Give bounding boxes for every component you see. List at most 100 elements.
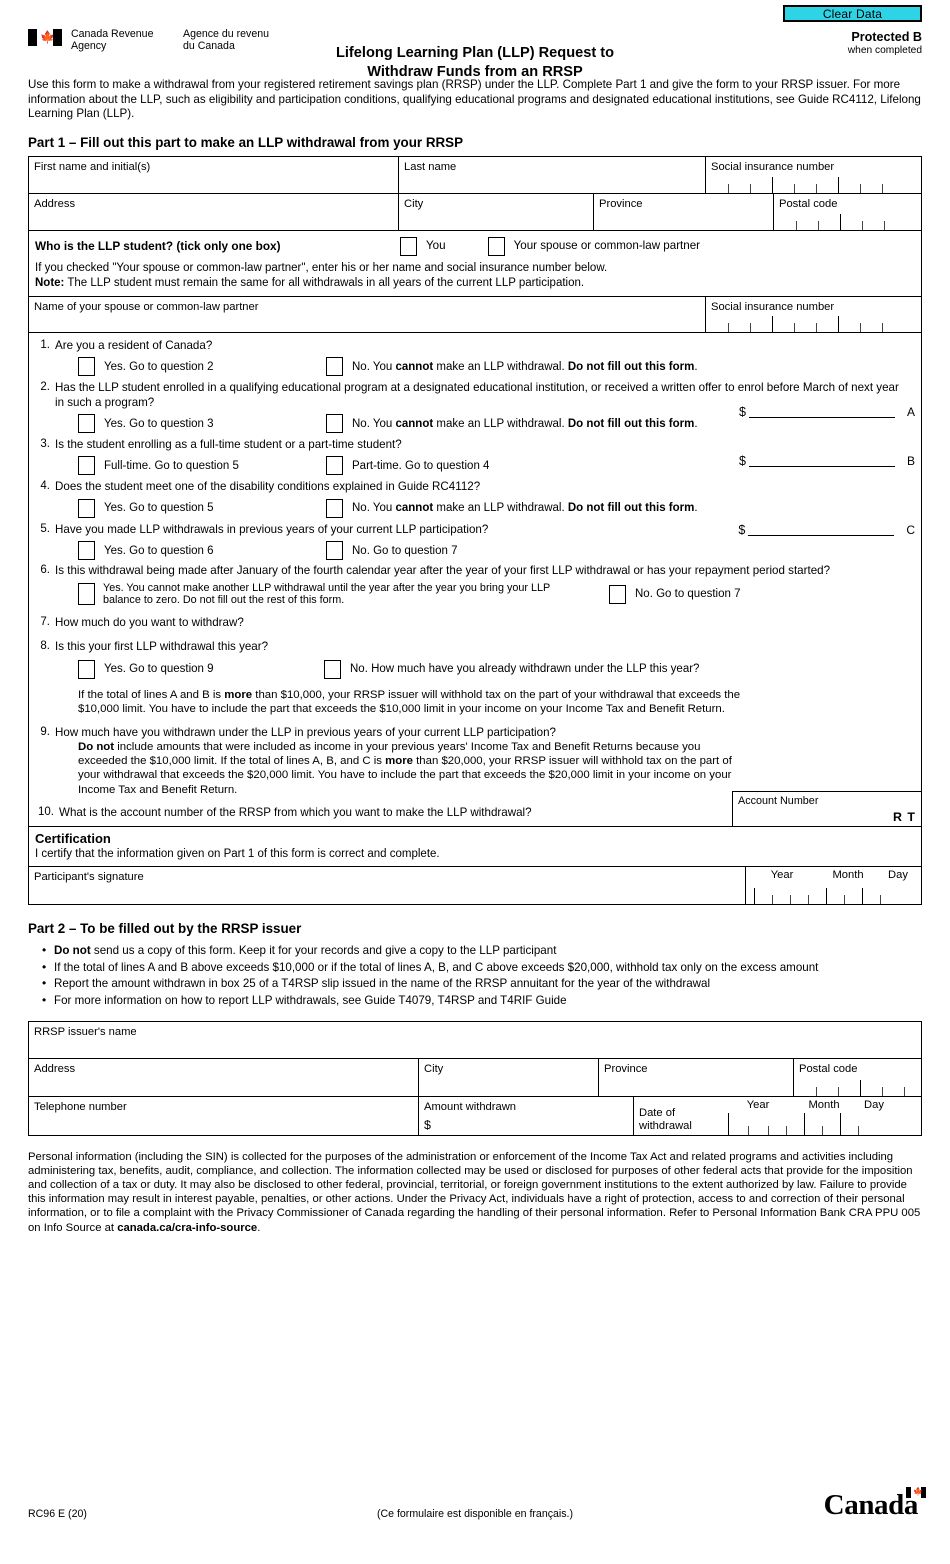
- question-8-text: Is this your first LLP withdrawal this y…: [55, 640, 269, 654]
- amount-withdrawn-field[interactable]: Amount withdrawn $: [419, 1096, 634, 1135]
- label-q1-no: No. You cannot make an LLP withdrawal. D…: [352, 360, 698, 373]
- sin-field[interactable]: Social insurance number: [706, 157, 921, 193]
- french-availability-note: (Ce formulaire est disponible en françai…: [376, 1508, 574, 1520]
- privacy-notice: Personal information (including the SIN)…: [28, 1150, 922, 1235]
- part2-bullet: If the total of lines A and B above exce…: [42, 959, 922, 977]
- city-field[interactable]: City: [399, 193, 594, 230]
- part2-bullet-list: Do not send us a copy of this form. Keep…: [28, 942, 922, 1009]
- amount-input-c[interactable]: [748, 521, 895, 536]
- protected-b-label: Protected B: [851, 30, 922, 44]
- checkbox-q3-yes[interactable]: [78, 456, 95, 476]
- checkbox-q1-yes[interactable]: [78, 357, 95, 377]
- city-label: City: [404, 197, 424, 210]
- amount-letter-c: C: [906, 522, 915, 537]
- question-7-text: How much do you want to withdraw?: [55, 615, 244, 629]
- cra-logo: 🍁 Canada Revenue Agency Agence du revenu…: [28, 28, 279, 52]
- note-label: Note:: [35, 276, 65, 289]
- form-page: Clear Data 🍁 Canada Revenue Agency Agenc…: [0, 0, 950, 1564]
- checkbox-q3-no[interactable]: [326, 456, 343, 476]
- canada-wordmark-container: Canada 🍁: [627, 1487, 926, 1520]
- question-10-text: What is the account number of the RRSP f…: [59, 805, 532, 819]
- issuer-postal-code-comb: [794, 1079, 921, 1096]
- account-number-box[interactable]: Account Number R T: [732, 791, 922, 828]
- dollar-sign-c: $: [738, 522, 746, 537]
- issuer-city-field[interactable]: City: [419, 1058, 599, 1096]
- province-field[interactable]: Province: [594, 193, 774, 230]
- question-9-text: How much have you withdrawn under the LL…: [55, 725, 556, 739]
- q9-body-bold: Do not: [78, 741, 115, 754]
- privacy-link[interactable]: canada.ca/cra-info-source: [117, 1222, 257, 1234]
- cra-name-english: Canada Revenue Agency: [71, 28, 154, 53]
- amount-line-a: $ A: [739, 403, 915, 419]
- question-text: Is the student enrolling as a full-time …: [55, 438, 402, 451]
- account-number-label: Account Number: [738, 795, 819, 808]
- dollar-sign-a: $: [739, 404, 746, 419]
- certification-text: I certify that the information given on …: [35, 848, 440, 861]
- label-student-you: You: [426, 239, 446, 253]
- issuer-name-field[interactable]: RRSP issuer's name: [29, 1022, 921, 1058]
- label-q6-yes-line2: balance to zero. Do not fill out the res…: [103, 594, 345, 607]
- canada-flag-icon: 🍁: [28, 29, 62, 46]
- protected-b-notice: Protected B when completed: [848, 30, 922, 57]
- form-code: RC96 E (20): [28, 1508, 87, 1520]
- label-q3-no: Part-time. Go to question 4: [352, 459, 490, 472]
- checkbox-q4-no[interactable]: [326, 498, 343, 518]
- label-q3-yes: Full-time. Go to question 5: [104, 459, 239, 472]
- first-name-field[interactable]: First name and initial(s): [29, 156, 399, 193]
- checkbox-q2-no[interactable]: [326, 414, 343, 433]
- checkbox-q1-no[interactable]: [326, 357, 343, 377]
- amount-input-a[interactable]: [748, 403, 895, 418]
- question-number: 1.: [40, 338, 50, 351]
- issuer-postal-code-field[interactable]: Postal code: [794, 1059, 921, 1096]
- spouse-name-field[interactable]: Name of your spouse or common-law partne…: [29, 296, 706, 332]
- spouse-name-label: Name of your spouse or common-law partne…: [34, 300, 259, 313]
- issuer-telephone-field[interactable]: Telephone number: [29, 1096, 419, 1135]
- signature-date-field[interactable]: Year Month Day: [746, 867, 921, 905]
- last-name-field[interactable]: Last name: [399, 156, 706, 193]
- question-7: 7. How much do you want to withdraw?: [35, 616, 915, 630]
- checkbox-student-spouse[interactable]: [487, 236, 505, 256]
- question-text: Are you a resident of Canada?: [55, 338, 213, 352]
- checkbox-q5-no[interactable]: [326, 541, 343, 561]
- checkbox-q4-yes[interactable]: [78, 498, 95, 518]
- question-6-number: 6.: [40, 564, 50, 577]
- first-name-label: First name and initial(s): [34, 160, 151, 173]
- checkbox-q6-yes[interactable]: [78, 583, 95, 606]
- checkbox-q8-yes[interactable]: [78, 659, 95, 679]
- llp-student-instruction: If you checked "Your spouse or common-la…: [35, 261, 608, 274]
- signature-field[interactable]: Participant's signature: [29, 867, 746, 905]
- question-9: 9. How much have you withdrawn under the…: [35, 726, 915, 740]
- postal-code-field[interactable]: Postal code: [774, 194, 921, 230]
- spouse-sin-field[interactable]: Social insurance number: [706, 297, 921, 332]
- issuer-province-field[interactable]: Province: [599, 1058, 794, 1096]
- protected-b-sub: when completed: [847, 45, 922, 56]
- amount-input-b[interactable]: [748, 452, 895, 467]
- privacy-period: .: [257, 1221, 261, 1234]
- question-8: 8. Is this your first LLP withdrawal thi…: [35, 640, 915, 654]
- checkbox-q5-yes[interactable]: [78, 541, 95, 561]
- part2-bullet: Report the amount withdrawn in box 25 of…: [42, 975, 922, 993]
- issuer-address-field[interactable]: Address: [29, 1058, 419, 1096]
- amount-line-b: $ B: [739, 452, 915, 468]
- issuer-info-box: RRSP issuer's name Address City Province…: [28, 1020, 922, 1136]
- signature-date-day-label: Day: [888, 869, 908, 882]
- checkbox-q6-no[interactable]: [609, 584, 626, 604]
- province-label: Province: [599, 197, 643, 210]
- label-student-spouse: Your spouse or common-law partner: [513, 239, 701, 253]
- q9-body: Do not include amounts that were include…: [78, 740, 750, 797]
- llp-student-note: Note: The LLP student must remain the sa…: [35, 276, 915, 291]
- checkbox-q8-no[interactable]: [324, 659, 341, 679]
- checkbox-student-you[interactable]: [400, 236, 417, 256]
- page-footer: RC96 E (20) (Ce formulaire est disponibl…: [28, 1487, 926, 1520]
- page-header: 🍁 Canada Revenue Agency Agence du revenu…: [28, 0, 922, 80]
- amount-withdrawn-label: Amount withdrawn: [424, 1100, 517, 1113]
- question-6-options: Yes. You cannot make another LLP withdra…: [78, 582, 915, 607]
- label-q5-no: No. Go to question 7: [352, 544, 458, 557]
- address-field[interactable]: Address: [29, 193, 399, 230]
- checkbox-q2-yes[interactable]: [78, 414, 95, 433]
- label-q1-yes: Yes. Go to question 2: [104, 360, 214, 373]
- date-of-withdrawal-field[interactable]: Date of withdrawal Year Month Day: [634, 1097, 921, 1135]
- label-q2-no: No. You cannot make an LLP withdrawal. D…: [352, 417, 698, 430]
- label-q4-no: No. You cannot make an LLP withdrawal. D…: [352, 502, 698, 515]
- question-options: Yes. Go to question 6 No. Go to question …: [78, 541, 915, 561]
